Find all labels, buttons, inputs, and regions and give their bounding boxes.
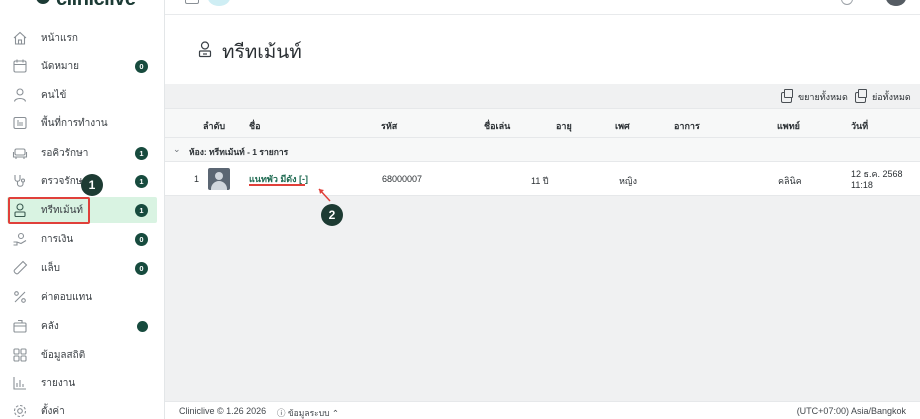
- visit-date: 12 ธ.ค. 2568: [851, 169, 903, 179]
- treatment-icon: [198, 41, 212, 58]
- sidebar: cliniclive หน้าแรก นัดหมาย 0 คนไข้ พื้นท…: [0, 0, 165, 419]
- sidebar-item-label: คลัง: [41, 320, 59, 332]
- sidebar-item-label: ข้อมูลสถิติ: [41, 349, 86, 361]
- sidebar-item-compensation[interactable]: ค่าตอบแทน: [7, 284, 157, 310]
- count-badge: 1: [135, 203, 148, 217]
- home-icon: [12, 30, 28, 46]
- sidebar-item-workspace[interactable]: พื้นที่การทำงาน: [7, 110, 157, 136]
- count-badge: 1: [135, 146, 148, 160]
- column-header-gender[interactable]: เพศ: [615, 119, 630, 133]
- workspace-icon: [12, 115, 28, 131]
- sidebar-item-lab[interactable]: แล็บ 0: [7, 255, 157, 281]
- visit-time: 11:18: [851, 180, 873, 190]
- group-row[interactable]: ⌄ ห้อง: ทรีทเม้นท์ - 1 รายการ: [165, 138, 920, 162]
- chevron-down-icon[interactable]: ⌄: [173, 144, 181, 155]
- count-badge: 1: [135, 174, 148, 188]
- logo-mark-icon: [36, 0, 50, 4]
- stethoscope-icon: [12, 173, 28, 189]
- sidebar-item-label: ตั้งค่า: [41, 405, 65, 417]
- sidebar-item-finance[interactable]: การเงิน 0: [7, 226, 157, 252]
- inventory-box-icon: [12, 318, 28, 334]
- sidebar-item-label: คนไข้: [41, 89, 67, 101]
- sidebar-item-appointments[interactable]: นัดหมาย 0: [7, 53, 157, 79]
- app-logo[interactable]: cliniclive: [56, 0, 136, 11]
- column-header-name[interactable]: ชื่อ: [249, 119, 261, 133]
- main-content: ทรีทเม้นท์ ขยายทั้งหมด ย่อทั้งหมด ลำดับ …: [165, 16, 920, 401]
- sidebar-item-reports[interactable]: รายงาน: [7, 370, 157, 396]
- page-title: ทรีทเม้นท์: [222, 42, 302, 63]
- percent-icon: [12, 289, 28, 305]
- sidebar-item-statistics[interactable]: ข้อมูลสถิติ: [7, 342, 157, 368]
- column-header-nickname[interactable]: ชื่อเล่น: [484, 119, 510, 133]
- help-icon[interactable]: [841, 0, 853, 5]
- column-header-doctor[interactable]: แพทย์: [777, 119, 800, 133]
- sidebar-item-home[interactable]: หน้าแรก: [7, 25, 157, 51]
- sidebar-item-label: หน้าแรก: [41, 32, 78, 44]
- patient-code: 68000007: [382, 174, 423, 184]
- collapse-icon: [855, 88, 867, 103]
- annotation-arrow-icon: [318, 188, 331, 202]
- system-info-link[interactable]: ⓘ ข้อมูลระบบ ⌃: [277, 406, 339, 419]
- column-header-symptom[interactable]: อาการ: [674, 119, 700, 133]
- report-chart-icon: [12, 375, 28, 391]
- top-bar: [165, 0, 920, 15]
- step-marker-2: 2: [321, 204, 343, 226]
- table-toolbar: ขยายทั้งหมด ย่อทั้งหมด: [165, 86, 920, 108]
- highlight-underline: [249, 184, 305, 186]
- column-header-index[interactable]: ลำดับ: [203, 119, 225, 133]
- sidebar-item-label: รายงาน: [41, 377, 76, 389]
- user-avatar[interactable]: [886, 0, 906, 6]
- sidebar-item-patients[interactable]: คนไข้: [7, 82, 157, 108]
- app-switcher-icon[interactable]: [208, 0, 230, 6]
- version-text: Cliniclive © 1.26 2026: [179, 406, 267, 416]
- sidebar-item-label: แล็บ: [41, 262, 60, 274]
- person-icon: [12, 87, 28, 103]
- group-label: ห้อง: ทรีทเม้นท์ - 1 รายการ: [189, 147, 289, 157]
- stats-grid-icon: [12, 347, 28, 363]
- sidebar-item-label: พื้นที่การทำงาน: [41, 117, 108, 129]
- table-header: ลำดับ ชื่อ รหัส ชื่อเล่น อายุ เพศ อาการ …: [165, 108, 920, 138]
- column-header-age[interactable]: อายุ: [556, 119, 572, 133]
- calendar-icon: [12, 58, 28, 74]
- patient-avatar: [208, 168, 230, 190]
- count-badge: 0: [135, 261, 148, 275]
- collapse-all-label: ย่อทั้งหมด: [872, 92, 911, 102]
- row-index: 1: [194, 174, 200, 184]
- sidebar-item-waiting-queue[interactable]: รอคิวรักษา 1: [7, 140, 157, 166]
- expand-all-button[interactable]: ขยายทั้งหมด: [781, 88, 848, 104]
- sidebar-item-inventory[interactable]: คลัง: [7, 313, 157, 339]
- patient-gender: หญิง: [619, 176, 637, 186]
- waiting-chair-icon: [12, 145, 28, 161]
- sidebar-item-settings[interactable]: ตั้งค่า: [7, 398, 157, 419]
- settings-gear-icon: [12, 403, 28, 419]
- collapse-all-button[interactable]: ย่อทั้งหมด: [855, 88, 911, 104]
- table-row[interactable]: 1 แนทพัว มีดัง [-] 68000007 11 ปี หญิง ค…: [165, 162, 920, 196]
- page-header: ทรีทเม้นท์: [165, 16, 920, 84]
- doctor-name: คลินิค: [778, 176, 802, 186]
- footer: Cliniclive © 1.26 2026 ⓘ ข้อมูลระบบ ⌃ (U…: [165, 401, 920, 419]
- lab-tube-icon: [12, 260, 28, 276]
- treatment-table: ลำดับ ชื่อ รหัส ชื่อเล่น อายุ เพศ อาการ …: [165, 108, 920, 196]
- expand-icon: [781, 88, 793, 103]
- sidebar-item-label: การเงิน: [41, 233, 74, 245]
- highlight-box: [8, 197, 90, 224]
- payment-hand-icon: [12, 231, 28, 247]
- sidebar-item-label: นัดหมาย: [41, 60, 79, 72]
- step-marker-1: 1: [81, 174, 103, 196]
- status-dot: [137, 320, 148, 332]
- column-header-date[interactable]: วันที่: [851, 119, 868, 133]
- column-header-code[interactable]: รหัส: [381, 119, 397, 133]
- expand-all-label: ขยายทั้งหมด: [798, 92, 848, 102]
- count-badge: 0: [135, 232, 148, 246]
- sidebar-item-label: ค่าตอบแทน: [41, 291, 93, 303]
- layout-icon[interactable]: [185, 0, 199, 4]
- timezone-text: (UTC+07:00) Asia/Bangkok: [796, 406, 906, 416]
- count-badge: 0: [135, 59, 148, 73]
- patient-age: 11 ปี: [531, 176, 549, 186]
- sidebar-item-label: รอคิวรักษา: [41, 147, 89, 159]
